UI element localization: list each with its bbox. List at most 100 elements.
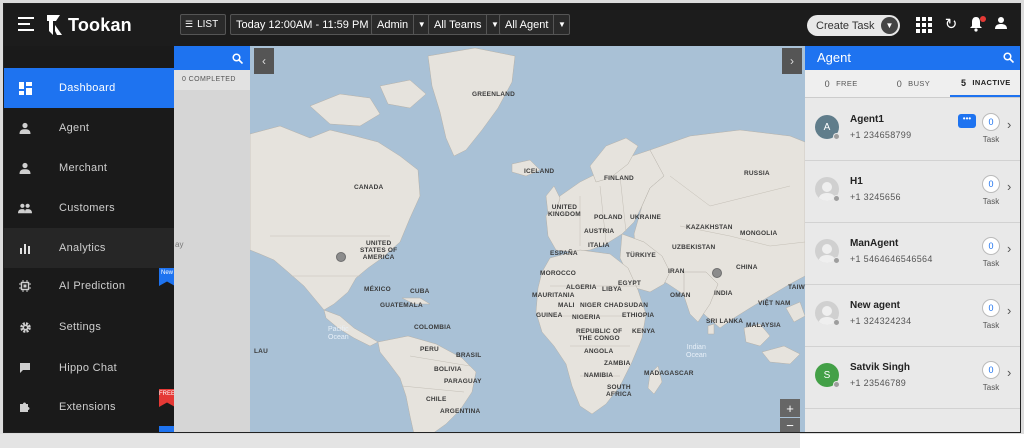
zoom-in-button[interactable]: + bbox=[780, 399, 800, 417]
agent-phone: +1 23546789 bbox=[850, 378, 907, 388]
world-map[interactable]: GREENLAND ICELAND CANADA FINLAND RUSSIA … bbox=[250, 46, 805, 432]
tookan-logo[interactable]: Tookan bbox=[46, 12, 132, 38]
notification-dot bbox=[980, 16, 986, 22]
sidebar-item-settings[interactable]: Settings bbox=[4, 307, 174, 347]
menu-icon[interactable] bbox=[18, 17, 34, 31]
task-label: Task bbox=[982, 135, 1000, 144]
refresh-icon[interactable]: ↻ bbox=[942, 16, 960, 34]
chevron-right-icon[interactable]: › bbox=[1007, 365, 1011, 380]
completed-tab[interactable]: 0 COMPLETED bbox=[174, 70, 250, 90]
collapse-task-panel-button[interactable]: ‹ bbox=[254, 48, 274, 74]
agent-map-marker[interactable] bbox=[712, 268, 722, 278]
date-range-select[interactable]: Today 12:00AM - 11:59 PM ▼ bbox=[230, 14, 391, 35]
partial-text: ay bbox=[175, 240, 184, 249]
map-label-colombia: COLOMBIA bbox=[414, 324, 451, 331]
map-label-india: INDIA bbox=[714, 290, 733, 297]
dashboard-icon bbox=[18, 81, 32, 95]
tab-inactive[interactable]: 5 INACTIVE bbox=[949, 70, 1020, 97]
agent-list-item[interactable]: A Agent1 +1 234658799 ••• 0 Task › bbox=[805, 99, 1020, 161]
task-count-badge[interactable]: 0 bbox=[982, 237, 1000, 255]
bell-icon[interactable] bbox=[967, 16, 986, 34]
tab-free[interactable]: 0 FREE bbox=[805, 70, 877, 97]
tab-busy[interactable]: 0 BUSY bbox=[877, 70, 949, 97]
chevron-down-icon: ▼ bbox=[553, 15, 569, 34]
task-count-badge[interactable]: 0 bbox=[982, 175, 1000, 193]
collapse-agent-panel-button[interactable]: › bbox=[782, 48, 802, 74]
agent-panel-title: Agent bbox=[817, 50, 851, 65]
map-label-morocco: MOROCCO bbox=[540, 270, 577, 277]
map-label-niger: NIGER bbox=[580, 302, 602, 309]
map-label-uzbekistan: UZBEKISTAN bbox=[672, 244, 716, 251]
task-panel: 0 COMPLETED bbox=[174, 46, 250, 432]
map-label-turkiye: TÜRKIYE bbox=[626, 252, 656, 259]
teams-filter-select[interactable]: All Teams ▼ bbox=[428, 14, 504, 35]
map-label-chile: CHILE bbox=[426, 396, 447, 403]
map-label-namibia: NAMIBIA bbox=[584, 372, 614, 379]
map-label-zambia: ZAMBIA bbox=[604, 360, 631, 367]
zoom-out-button[interactable]: − bbox=[780, 418, 800, 432]
logo-mark-icon bbox=[46, 13, 64, 37]
sidebar-item-extensions[interactable]: Extensions bbox=[4, 387, 174, 427]
chevron-down-icon[interactable]: ▼ bbox=[881, 17, 898, 34]
map-label-iran: IRAN bbox=[668, 268, 685, 275]
agent-list-item[interactable]: ManAgent +1 5464646546564 0 Task › bbox=[805, 223, 1020, 285]
sidebar-item-hippo-chat[interactable]: Hippo Chat bbox=[4, 348, 174, 388]
map-label-argentina: ARGENTINA bbox=[440, 408, 481, 415]
chevron-right-icon[interactable]: › bbox=[1007, 117, 1011, 132]
chat-icon bbox=[18, 361, 32, 375]
chevron-right-icon[interactable]: › bbox=[1007, 303, 1011, 318]
sidebar-item-agent[interactable]: Agent bbox=[4, 108, 174, 148]
task-count-badge[interactable]: 0 bbox=[982, 113, 1000, 131]
sidebar-item-ai-prediction[interactable]: AI Prediction bbox=[4, 266, 174, 306]
tab-count: 5 bbox=[961, 77, 967, 88]
map-label-cuba: CUBA bbox=[410, 288, 430, 295]
agent-list-item[interactable]: H1 +1 3245656 0 Task › bbox=[805, 161, 1020, 223]
map-label-south-africa: SOUTH AFRICA bbox=[606, 384, 632, 398]
list-view-button[interactable]: ☰ LIST bbox=[180, 14, 226, 35]
agent-name: H1 bbox=[850, 176, 863, 187]
sidebar-item-customers[interactable]: Customers bbox=[4, 188, 174, 228]
top-bar: Tookan ☰ LIST Today 12:00AM - 11:59 PM ▼… bbox=[4, 4, 1020, 46]
map-label-mongolia: MONGOLIA bbox=[740, 230, 778, 237]
admin-filter-select[interactable]: Admin ▼ bbox=[371, 14, 431, 35]
apps-grid-icon[interactable] bbox=[916, 17, 932, 33]
user-profile-icon[interactable] bbox=[992, 16, 1010, 34]
group-icon bbox=[18, 201, 32, 215]
status-dot bbox=[833, 257, 840, 264]
map-label-lau: LAU bbox=[254, 348, 268, 355]
search-icon[interactable] bbox=[1003, 47, 1015, 71]
person-icon bbox=[18, 161, 32, 175]
sidebar-item-dashboard[interactable]: Dashboard bbox=[4, 68, 174, 108]
map-label-finland: FINLAND bbox=[604, 175, 634, 182]
agent-filter-select[interactable]: All Agent ▼ bbox=[499, 14, 571, 35]
agent-list-item[interactable]: New agent +1 324324234 0 Task › bbox=[805, 285, 1020, 347]
chat-icon[interactable]: ••• bbox=[958, 114, 976, 128]
map-label-sri-lanka: SRI LANKA bbox=[706, 318, 744, 325]
map-label-guatemala: GUATEMALA bbox=[380, 302, 423, 309]
map-label-nigeria: NIGERIA bbox=[572, 314, 601, 321]
map-label-espana: ESPAÑA bbox=[550, 250, 578, 257]
sidebar-item-merchant[interactable]: Merchant bbox=[4, 148, 174, 188]
map-label-iceland: ICELAND bbox=[524, 168, 555, 175]
search-icon[interactable] bbox=[232, 51, 244, 69]
agent-map-marker[interactable] bbox=[336, 252, 346, 262]
create-task-button[interactable]: Create Task ▼ bbox=[807, 15, 900, 36]
admin-filter-label: Admin bbox=[377, 18, 409, 31]
puzzle-icon bbox=[18, 400, 32, 414]
person-icon bbox=[18, 121, 32, 135]
chevron-right-icon[interactable]: › bbox=[1007, 241, 1011, 256]
agent-list-item[interactable]: S Satvik Singh +1 23546789 0 Task › bbox=[805, 347, 1020, 409]
agent-name: New agent bbox=[850, 300, 901, 311]
map-label-algeria: ALGERIA bbox=[566, 284, 597, 291]
map-label-ethiopia: ETHIOPIA bbox=[622, 312, 655, 319]
status-dot bbox=[833, 319, 840, 326]
task-count-badge[interactable]: 0 bbox=[982, 299, 1000, 317]
agent-phone: +1 234658799 bbox=[850, 130, 912, 140]
sidebar-item-analytics[interactable]: Analytics bbox=[4, 228, 174, 268]
map-label-sudan: SUDAN bbox=[624, 302, 649, 309]
task-count-badge[interactable]: 0 bbox=[982, 361, 1000, 379]
date-range-label: Today 12:00AM - 11:59 PM bbox=[236, 18, 369, 31]
map-label-congo: REPUBLIC OF THE CONGO bbox=[576, 328, 623, 342]
chevron-right-icon[interactable]: › bbox=[1007, 179, 1011, 194]
sidebar-item-label: Analytics bbox=[59, 242, 106, 254]
